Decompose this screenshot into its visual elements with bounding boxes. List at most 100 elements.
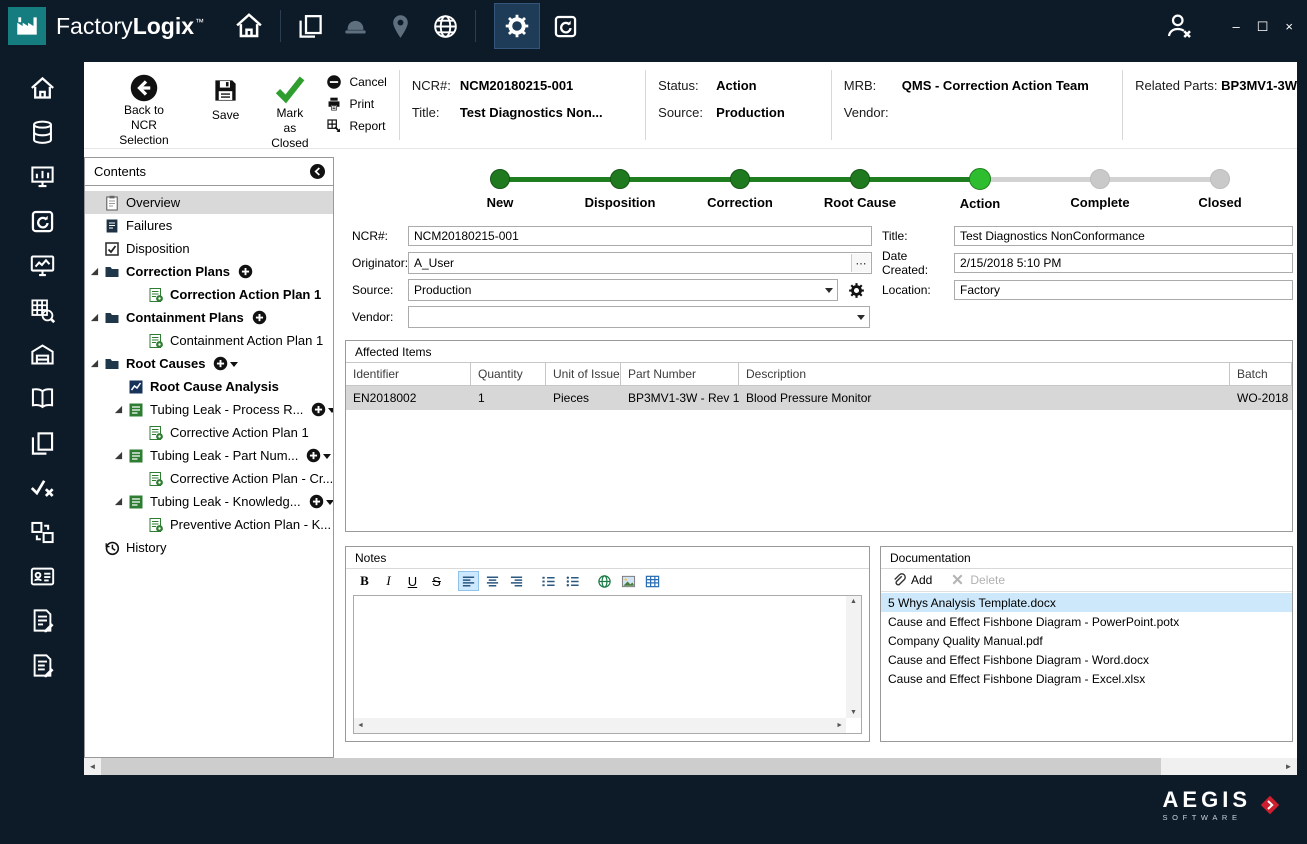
main-horizontal-scrollbar[interactable]: ◄ ► bbox=[84, 758, 1297, 775]
nav-report2-icon[interactable] bbox=[15, 643, 69, 687]
column-header-part-number[interactable]: Part Number bbox=[621, 363, 739, 385]
tree-expander-icon[interactable] bbox=[114, 497, 128, 507]
scroll-up-icon[interactable]: ▲ bbox=[850, 598, 857, 605]
dropdown-arrow-icon[interactable] bbox=[852, 307, 869, 327]
ncr-input[interactable] bbox=[408, 226, 872, 246]
list-bullet-button[interactable] bbox=[562, 571, 583, 591]
tree-item-overview[interactable]: Overview bbox=[85, 191, 333, 214]
tree-item-corrective-action-plan-cr[interactable]: Corrective Action Plan - Cr... bbox=[85, 467, 333, 490]
globe-icon[interactable] bbox=[432, 13, 459, 40]
nav-production-icon[interactable] bbox=[15, 244, 69, 288]
close-button[interactable]: × bbox=[1285, 20, 1293, 33]
scroll-right-icon[interactable]: ► bbox=[836, 722, 843, 729]
notes-vertical-scrollbar[interactable]: ▲ ▼ bbox=[846, 596, 861, 718]
table-button[interactable] bbox=[642, 571, 663, 591]
source-settings-icon[interactable] bbox=[848, 282, 865, 299]
documents-icon[interactable] bbox=[297, 13, 324, 40]
originator-browse-button[interactable]: ⋯ bbox=[851, 254, 870, 272]
tree-item-corrective-action-plan-1[interactable]: Corrective Action Plan 1 bbox=[85, 421, 333, 444]
align-center-button[interactable] bbox=[482, 571, 503, 591]
cancel-button[interactable]: Cancel bbox=[326, 74, 387, 90]
add-document-button[interactable]: Add bbox=[891, 572, 932, 587]
nav-documentation-icon[interactable] bbox=[15, 377, 69, 421]
location-pin-icon[interactable] bbox=[387, 13, 414, 40]
nav-analytics-icon[interactable] bbox=[15, 288, 69, 332]
link-button[interactable] bbox=[594, 571, 615, 591]
column-header-batch[interactable]: Batch bbox=[1230, 363, 1292, 385]
document-file-item[interactable]: Company Quality Manual.pdf bbox=[881, 631, 1292, 650]
date-created-input[interactable] bbox=[954, 253, 1293, 273]
tree-item-tubing-leak-knowledg[interactable]: Tubing Leak - Knowledg... bbox=[85, 490, 333, 513]
tree-item-correction-plans[interactable]: Correction Plans bbox=[85, 260, 333, 283]
align-left-button[interactable] bbox=[458, 571, 479, 591]
scrollbar-thumb[interactable] bbox=[101, 758, 1161, 775]
refresh-icon[interactable] bbox=[552, 13, 579, 40]
tree-item-containment-action-plan-1[interactable]: Containment Action Plan 1 bbox=[85, 329, 333, 352]
tree-item-disposition[interactable]: Disposition bbox=[85, 237, 333, 260]
maximize-button[interactable]: ☐ bbox=[1257, 20, 1269, 33]
helmet-icon[interactable] bbox=[342, 13, 369, 40]
tree-item-root-causes[interactable]: Root Causes bbox=[85, 352, 333, 375]
mark-as-closed-button[interactable]: Mark as Closed bbox=[269, 72, 310, 150]
scroll-down-icon[interactable]: ▼ bbox=[850, 709, 857, 716]
nav-copy-icon[interactable] bbox=[15, 421, 69, 465]
nav-quality-icon[interactable] bbox=[15, 466, 69, 510]
nav-home-icon[interactable] bbox=[15, 66, 69, 110]
tree-item-tubing-leak-part-num[interactable]: Tubing Leak - Part Num... bbox=[85, 444, 333, 467]
dropdown-arrow-icon[interactable] bbox=[820, 280, 837, 300]
minimize-button[interactable]: – bbox=[1233, 20, 1240, 33]
tree-item-preventive-action-plan-k[interactable]: Preventive Action Plan - K... bbox=[85, 513, 333, 536]
italic-button[interactable]: I bbox=[378, 571, 399, 591]
tree-item-root-cause-analysis[interactable]: Root Cause Analysis bbox=[85, 375, 333, 398]
add-item-button[interactable] bbox=[309, 494, 333, 509]
column-header-quantity[interactable]: Quantity bbox=[471, 363, 546, 385]
document-file-item[interactable]: Cause and Effect Fishbone Diagram - Exce… bbox=[881, 669, 1292, 688]
user-logout-icon[interactable] bbox=[1164, 11, 1194, 41]
column-header-unit-of-issue[interactable]: Unit of Issue bbox=[546, 363, 621, 385]
print-button[interactable]: Print bbox=[326, 96, 386, 112]
add-item-button[interactable] bbox=[306, 448, 332, 463]
tree-expander-icon[interactable] bbox=[114, 451, 128, 461]
back-to-ncr-selection-button[interactable]: Back to NCR Selection bbox=[106, 72, 182, 148]
tree-expander-icon[interactable] bbox=[90, 267, 104, 277]
nav-warehouse-icon[interactable] bbox=[15, 332, 69, 376]
add-item-button[interactable] bbox=[238, 264, 253, 279]
bold-button[interactable]: B bbox=[354, 571, 375, 591]
nav-report-icon[interactable] bbox=[15, 599, 69, 643]
report-button[interactable]: Report bbox=[326, 118, 386, 134]
nav-nc-sync-icon[interactable] bbox=[15, 199, 69, 243]
nav-badge-icon[interactable] bbox=[15, 554, 69, 598]
tree-item-correction-action-plan-1[interactable]: Correction Action Plan 1 bbox=[85, 283, 333, 306]
notes-editor[interactable]: ▲ ▼ ◄ ► bbox=[353, 595, 862, 734]
list-number-button[interactable] bbox=[538, 571, 559, 591]
strike-button[interactable]: S bbox=[426, 571, 447, 591]
title-input[interactable] bbox=[954, 226, 1293, 246]
settings-gear-icon[interactable] bbox=[494, 3, 541, 49]
add-item-button[interactable] bbox=[311, 402, 333, 417]
tree-item-containment-plans[interactable]: Containment Plans bbox=[85, 306, 333, 329]
tree-item-failures[interactable]: Failures bbox=[85, 214, 333, 237]
underline-button[interactable]: U bbox=[402, 571, 423, 591]
document-file-item[interactable]: Cause and Effect Fishbone Diagram - Powe… bbox=[881, 612, 1292, 631]
originator-input[interactable] bbox=[409, 254, 851, 272]
tree-expander-icon[interactable] bbox=[114, 405, 128, 415]
scroll-left-icon[interactable]: ◄ bbox=[84, 758, 101, 775]
column-header-identifier[interactable]: Identifier bbox=[346, 363, 471, 385]
nav-transfer-icon[interactable] bbox=[15, 510, 69, 554]
align-right-button[interactable] bbox=[506, 571, 527, 591]
scroll-left-icon[interactable]: ◄ bbox=[357, 722, 364, 729]
vendor-dropdown[interactable] bbox=[408, 306, 870, 328]
location-input[interactable] bbox=[954, 280, 1293, 300]
nav-materials-icon[interactable] bbox=[15, 110, 69, 154]
delete-document-button[interactable]: Delete bbox=[950, 572, 1005, 587]
tree-expander-icon[interactable] bbox=[90, 313, 104, 323]
home-icon[interactable] bbox=[234, 11, 264, 41]
nav-planning-icon[interactable] bbox=[15, 155, 69, 199]
add-item-button[interactable] bbox=[213, 356, 239, 371]
affected-item-row[interactable]: EN2018002 1 Pieces BP3MV1-3W - Rev 1 Blood P… bbox=[346, 386, 1292, 410]
source-dropdown[interactable]: Production bbox=[408, 279, 838, 301]
tree-item-tubing-leak-process-r[interactable]: Tubing Leak - Process R... bbox=[85, 398, 333, 421]
tree-expander-icon[interactable] bbox=[90, 359, 104, 369]
scroll-right-icon[interactable]: ► bbox=[1280, 758, 1297, 775]
column-header-description[interactable]: Description bbox=[739, 363, 1230, 385]
